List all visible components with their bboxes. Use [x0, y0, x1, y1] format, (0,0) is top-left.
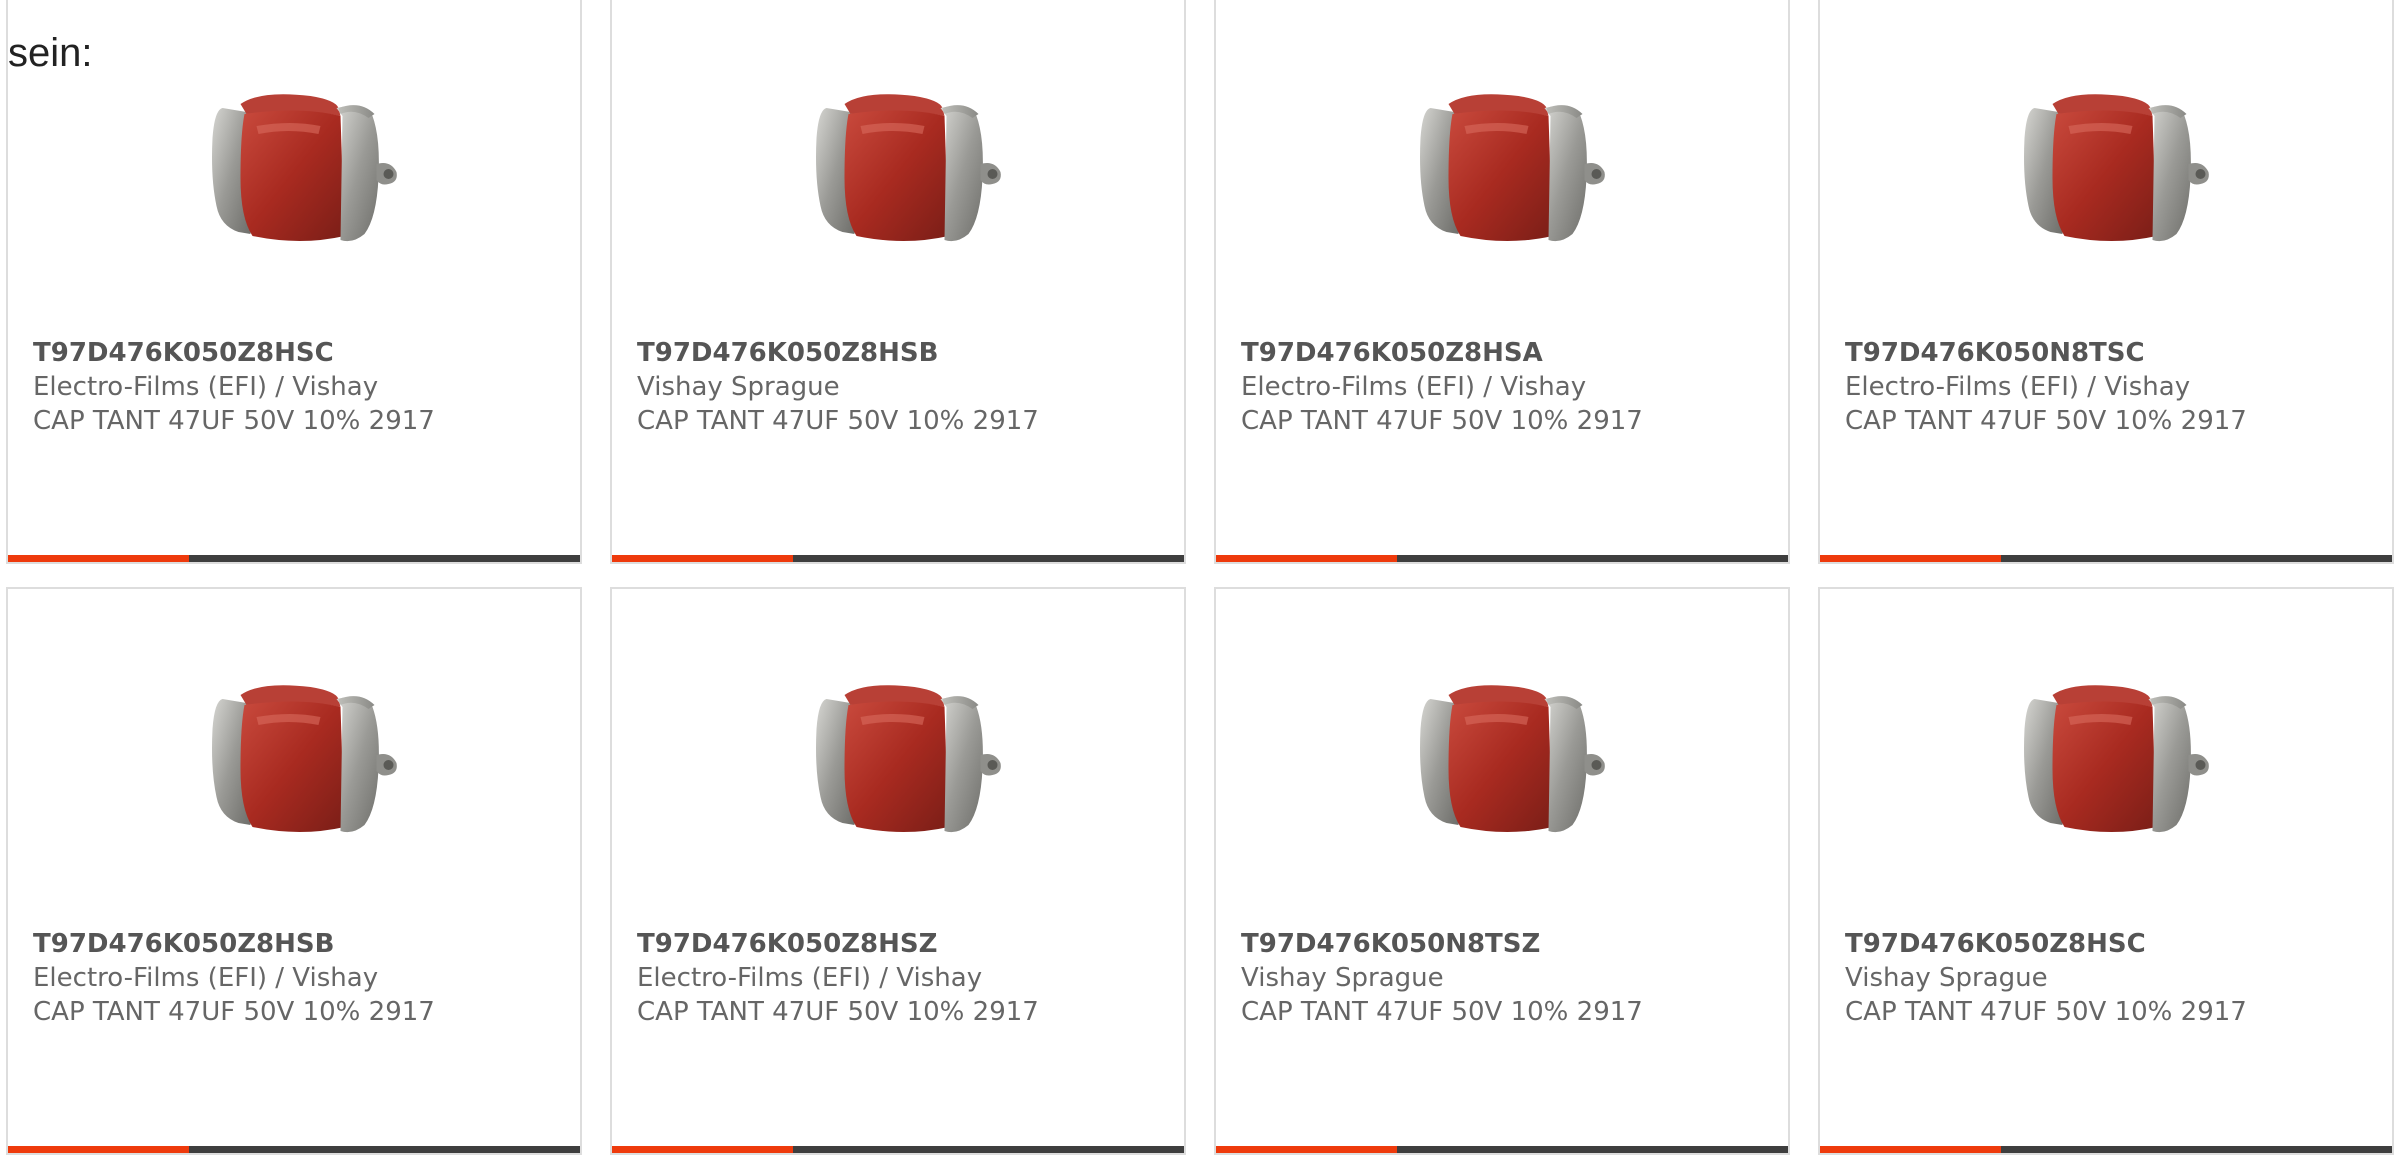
capacitor-image: [212, 685, 397, 833]
capacitor-image: [816, 94, 1001, 242]
part-number[interactable]: T97D476K050Z8HSZ: [637, 929, 937, 959]
capacitor-image: [1420, 94, 1605, 242]
product-card[interactable]: T97D476K050Z8HSC Vishay Sprague CAP TANT…: [1818, 587, 2394, 1155]
card-bar: [8, 555, 580, 562]
capacitor-image: [1420, 685, 1605, 833]
card-bar: [612, 555, 1184, 562]
card-bar-accent: [612, 555, 793, 562]
product-card[interactable]: T97D476K050N8TSZ Vishay Sprague CAP TANT…: [1214, 587, 1790, 1155]
capacitor-image: [2024, 685, 2209, 833]
description: CAP TANT 47UF 50V 10% 2917: [1241, 997, 1643, 1027]
card-bar: [1820, 1146, 2392, 1153]
description: CAP TANT 47UF 50V 10% 2917: [1845, 997, 2247, 1027]
card-bar: [8, 1146, 580, 1153]
card-bar-accent: [8, 555, 189, 562]
part-number[interactable]: T97D476K050Z8HSC: [1845, 929, 2146, 959]
manufacturer: Vishay Sprague: [637, 372, 840, 402]
product-card[interactable]: T97D476K050N8TSC Electro-Films (EFI) / V…: [1818, 0, 2394, 564]
card-bar-accent: [1216, 555, 1397, 562]
description: CAP TANT 47UF 50V 10% 2917: [1241, 406, 1643, 436]
part-number[interactable]: T97D476K050Z8HSB: [637, 338, 938, 368]
card-bar-accent: [612, 1146, 793, 1153]
product-card[interactable]: T97D476K050Z8HSZ Electro-Films (EFI) / V…: [610, 587, 1186, 1155]
card-bar-accent: [1216, 1146, 1397, 1153]
description: CAP TANT 47UF 50V 10% 2917: [33, 406, 435, 436]
card-bar: [1216, 1146, 1788, 1153]
manufacturer: Electro-Films (EFI) / Vishay: [637, 963, 983, 993]
card-bar: [1216, 555, 1788, 562]
description: CAP TANT 47UF 50V 10% 2917: [1845, 406, 2247, 436]
card-bar-accent: [8, 1146, 189, 1153]
part-number[interactable]: T97D476K050Z8HSC: [33, 338, 334, 368]
manufacturer: Electro-Films (EFI) / Vishay: [1845, 372, 2191, 402]
part-number[interactable]: T97D476K050Z8HSB: [33, 929, 334, 959]
manufacturer: Electro-Films (EFI) / Vishay: [1241, 372, 1587, 402]
card-bar-accent: [1820, 1146, 2001, 1153]
capacitor-image: [816, 685, 1001, 833]
manufacturer: Vishay Sprague: [1845, 963, 2048, 993]
product-card[interactable]: T97D476K050Z8HSC Electro-Films (EFI) / V…: [6, 0, 582, 564]
intro-text: sein:: [8, 31, 93, 75]
part-number[interactable]: T97D476K050N8TSZ: [1241, 929, 1540, 959]
description: CAP TANT 47UF 50V 10% 2917: [637, 997, 1039, 1027]
manufacturer: Electro-Films (EFI) / Vishay: [33, 963, 379, 993]
capacitor-image: [2024, 94, 2209, 242]
card-bar: [1820, 555, 2392, 562]
product-card[interactable]: T97D476K050Z8HSA Electro-Films (EFI) / V…: [1214, 0, 1790, 564]
description: CAP TANT 47UF 50V 10% 2917: [637, 406, 1039, 436]
description: CAP TANT 47UF 50V 10% 2917: [33, 997, 435, 1027]
card-bar-accent: [1820, 555, 2001, 562]
manufacturer: Electro-Films (EFI) / Vishay: [33, 372, 379, 402]
part-number[interactable]: T97D476K050Z8HSA: [1241, 338, 1543, 368]
part-number[interactable]: T97D476K050N8TSC: [1845, 338, 2145, 368]
card-bar: [612, 1146, 1184, 1153]
capacitor-image: [212, 94, 397, 242]
product-card[interactable]: T97D476K050Z8HSB Electro-Films (EFI) / V…: [6, 587, 582, 1155]
product-card[interactable]: T97D476K050Z8HSB Vishay Sprague CAP TANT…: [610, 0, 1186, 564]
manufacturer: Vishay Sprague: [1241, 963, 1444, 993]
